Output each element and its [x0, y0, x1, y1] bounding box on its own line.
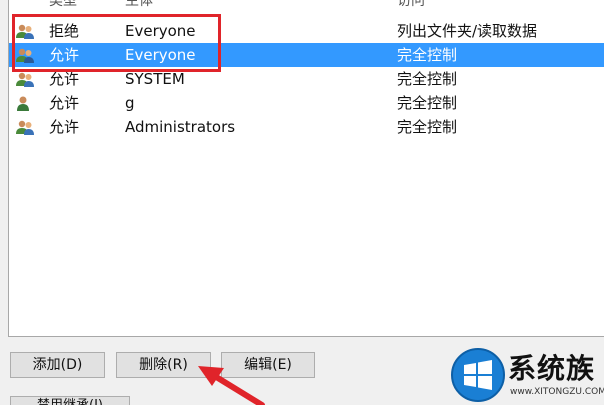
watermark-url: www.XITONGZU.COM — [510, 387, 604, 397]
entry-principal: Everyone — [125, 22, 196, 40]
windows-logo-icon — [451, 348, 505, 402]
column-header-principal[interactable]: 主体 — [125, 0, 153, 8]
entry-principal: Everyone — [125, 46, 196, 64]
users-group-icon — [16, 120, 34, 135]
permissions-dialog: 类型 主体 访问 拒绝 Everyone 列出文件夹/读取数据 允许 Every… — [0, 0, 604, 405]
users-group-icon — [16, 24, 34, 39]
users-group-icon — [16, 72, 34, 87]
entry-type: 允许 — [49, 70, 80, 88]
permission-row[interactable]: 允许 g 完全控制 — [9, 91, 604, 115]
entry-principal: Administrators — [125, 118, 236, 136]
users-group-icon — [16, 48, 34, 63]
entry-type: 允许 — [49, 118, 80, 136]
permission-row[interactable]: 允许 Administrators 完全控制 — [9, 115, 604, 139]
permission-entries-list[interactable]: 类型 主体 访问 拒绝 Everyone 列出文件夹/读取数据 允许 Every… — [8, 0, 604, 337]
entry-principal: g — [125, 94, 135, 112]
disable-inheritance-button[interactable]: 禁用继承(I) — [10, 396, 130, 405]
list-header: 类型 主体 访问 — [9, 0, 604, 8]
entry-type: 允许 — [49, 94, 80, 112]
permission-row[interactable]: 允许 SYSTEM 完全控制 — [9, 67, 604, 91]
column-header-type[interactable]: 类型 — [49, 0, 77, 8]
add-button[interactable]: 添加(D) — [10, 352, 105, 378]
user-icon — [17, 96, 29, 111]
entry-access: 完全控制 — [397, 118, 458, 136]
permission-row-selected[interactable]: 允许 Everyone 完全控制 — [9, 43, 604, 67]
permission-row[interactable]: 拒绝 Everyone 列出文件夹/读取数据 — [9, 19, 604, 43]
edit-button[interactable]: 编辑(E) — [221, 352, 315, 378]
entry-access: 完全控制 — [397, 94, 458, 112]
watermark-name: 系统族 — [508, 352, 596, 385]
entry-access: 完全控制 — [397, 46, 458, 64]
entry-access: 完全控制 — [397, 70, 458, 88]
delete-button[interactable]: 删除(R) — [116, 352, 211, 378]
column-header-access[interactable]: 访问 — [397, 0, 425, 8]
entry-type: 允许 — [49, 46, 80, 64]
entry-access: 列出文件夹/读取数据 — [397, 22, 538, 40]
entry-principal: SYSTEM — [125, 70, 185, 88]
watermark-logo: 系统族 www.XITONGZU.COM — [450, 345, 604, 405]
entry-type: 拒绝 — [49, 22, 80, 40]
